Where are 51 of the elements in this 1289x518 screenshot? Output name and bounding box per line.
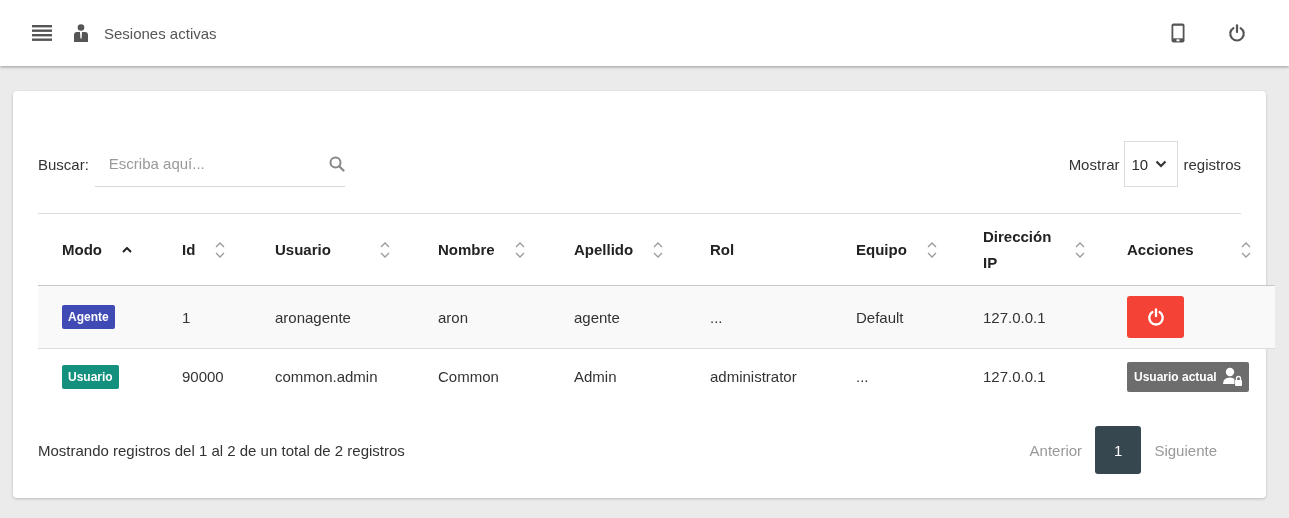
table-cell: Common [414,348,550,404]
table-cell: agente [550,285,686,349]
user-lock-icon [1222,366,1243,387]
column-header[interactable]: Dirección IP [983,223,1055,276]
mode-badge: Usuario [62,364,119,389]
mode-badge: Agente [62,305,115,329]
column-header[interactable]: Acciones [1127,236,1194,263]
chevron-icon [1155,160,1168,168]
table-cell: 90000 [158,348,251,404]
table-cell: Admin [550,348,686,404]
power-icon[interactable] [1228,24,1246,42]
column-header[interactable]: Rol [710,236,735,263]
pagination-button[interactable]: 1 [1095,426,1142,474]
table-cell: aron [414,285,550,349]
column-header[interactable]: Id [182,236,196,263]
person-icon [74,24,88,42]
search-field[interactable]: Escriba aquí... [94,155,329,172]
sort-icon[interactable] [1075,241,1085,258]
power-icon [1146,308,1165,326]
column-header[interactable]: Apellido [574,236,634,263]
table-cell: Default [832,285,959,349]
table-cell: ... [686,285,832,349]
table-cell: ... [832,348,959,404]
page-title: Sesiones activas [104,24,217,42]
table-cell: 127.0.0.1 [959,348,1103,404]
table-info: Mostrando registros del 1 al 2 de un total de 2 registros [38,441,405,459]
page-size-select[interactable]: 10 [1124,141,1179,187]
sort-icon[interactable] [1241,241,1251,258]
column-header[interactable]: Equipo [856,236,907,263]
records-label: registros [1183,155,1241,173]
column-header[interactable]: Modo [62,236,102,263]
sort-ascending-icon[interactable] [122,246,132,253]
search-icon [328,155,345,172]
sort-icon[interactable] [380,241,390,258]
table-cell: common.admin [251,348,414,404]
sort-icon[interactable] [926,241,937,258]
logout-button[interactable] [1127,296,1184,338]
sort-icon[interactable] [653,241,664,258]
current-user-badge: Usuario actual [1127,361,1249,392]
phone-icon[interactable] [1171,23,1185,43]
sort-icon[interactable] [215,241,226,258]
sort-icon[interactable] [514,241,525,258]
column-header[interactable]: Usuario [275,236,331,263]
show-label: Mostrar [1068,155,1120,173]
table-cell: 1 [158,285,251,349]
table-cell: administrator [686,348,832,404]
menu-icon[interactable] [32,25,52,41]
column-header[interactable]: Nombre [438,236,495,263]
table-cell: aronagente [251,285,414,349]
search-label: Buscar: [38,155,89,173]
table-cell: 127.0.0.1 [959,285,1103,349]
